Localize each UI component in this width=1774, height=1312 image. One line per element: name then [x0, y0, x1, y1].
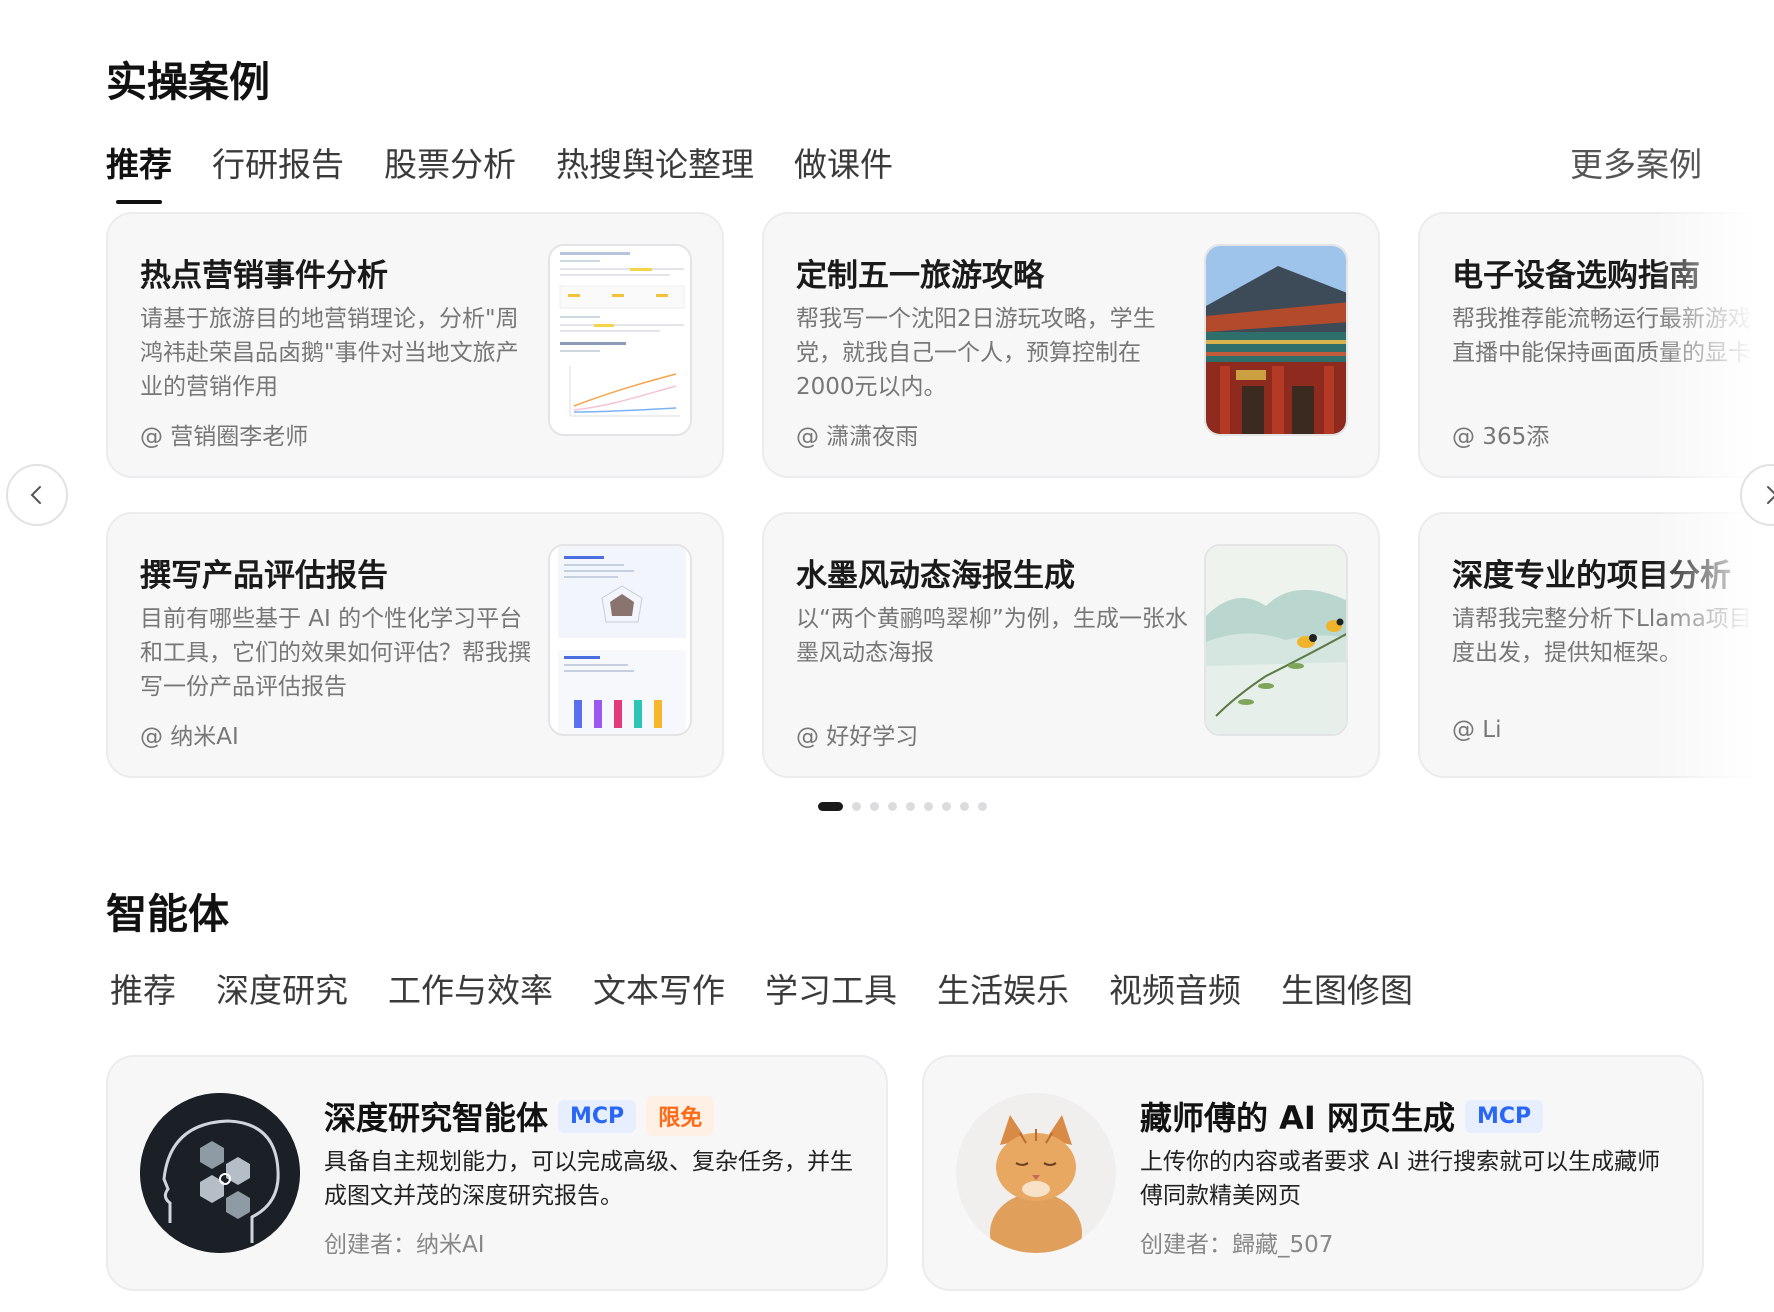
more-cases-link[interactable]: 更多案例	[1570, 138, 1702, 186]
case-card-author: @ 好好学习	[796, 724, 919, 750]
case-card-title: 深度专业的项目分析	[1452, 558, 1731, 594]
pagination-dot[interactable]	[942, 802, 951, 811]
ai-head-icon	[140, 1093, 300, 1253]
case-card[interactable]: 水墨风动态海报生成 以“两个黄鹂鸣翠柳”为例，生成一张水墨风动态海报 @ 好好学…	[762, 512, 1380, 778]
cat-avatar-icon	[956, 1093, 1116, 1253]
case-tab-courseware[interactable]: 做课件	[794, 138, 893, 186]
case-card-title: 电子设备选购指南	[1452, 258, 1700, 294]
free-badge: 限免	[646, 1096, 715, 1136]
case-card-title: 定制五一旅游攻略	[796, 258, 1044, 294]
agent-tab-writing[interactable]: 文本写作	[593, 964, 725, 1012]
agent-creator: 创建者：纳米AI	[324, 1232, 485, 1258]
agent-title-row: 藏师傅的 AI 网页生成 MCP	[1140, 1093, 1544, 1139]
report-icon	[548, 544, 692, 736]
agent-tab-video-audio[interactable]: 视频音频	[1109, 964, 1241, 1012]
case-card-desc: 目前有哪些基于 AI 的个性化学习平台和工具，它们的效果如何评估？帮我撰写一份产…	[140, 606, 531, 700]
pagination-dot[interactable]	[906, 802, 915, 811]
pagination-dot[interactable]	[960, 802, 969, 811]
case-tab-stock-analysis[interactable]: 股票分析	[384, 138, 516, 186]
chevron-left-icon	[30, 486, 41, 504]
pagination-dot[interactable]	[870, 802, 879, 811]
agent-tab-productivity[interactable]: 工作与效率	[388, 964, 553, 1012]
case-card[interactable]: 深度专业的项目分析 请帮我完整分析下Llama项目，从多维度出发，提供知框架。 …	[1418, 512, 1774, 778]
pagination-dot[interactable]	[924, 802, 933, 811]
agent-tab-lifestyle[interactable]: 生活娱乐	[937, 964, 1069, 1012]
pagination-dot[interactable]	[888, 802, 897, 811]
pagination-dot[interactable]	[818, 802, 843, 811]
temple-icon	[1204, 244, 1348, 436]
agent-desc: 上传你的内容或者要求 AI 进行搜索就可以生成藏师傅同款精美网页	[1140, 1149, 1661, 1209]
agent-card[interactable]: 深度研究智能体 MCP 限免 具备自主规划能力，可以完成高级、复杂任务，并生成图…	[106, 1055, 888, 1291]
case-tabs: 推荐 行研报告 股票分析 热搜舆论整理 做课件	[106, 138, 933, 204]
case-card-title: 水墨风动态海报生成	[796, 558, 1075, 594]
carousel-pagination	[818, 802, 996, 811]
cases-section-title: 实操案例	[106, 58, 270, 106]
agent-tabs: 推荐 深度研究 工作与效率 文本写作 学习工具 生活娱乐 视频音频 生图修图	[110, 964, 1453, 1012]
case-card[interactable]: 撰写产品评估报告 目前有哪些基于 AI 的个性化学习平台和工具，它们的效果如何评…	[106, 512, 724, 778]
case-tab-industry-report[interactable]: 行研报告	[212, 138, 344, 186]
case-card-desc: 以“两个黄鹂鸣翠柳”为例，生成一张水墨风动态海报	[796, 606, 1188, 666]
case-card-desc: 请帮我完整分析下Llama项目，从多维度出发，提供知框架。	[1452, 606, 1774, 666]
agent-creator: 创建者：歸藏_507	[1140, 1232, 1334, 1258]
agent-tab-learning[interactable]: 学习工具	[765, 964, 897, 1012]
case-card-author: @ 潇潇夜雨	[796, 424, 919, 450]
agent-tab-image-edit[interactable]: 生图修图	[1281, 964, 1413, 1012]
agent-desc: 具备自主规划能力，可以完成高级、复杂任务，并生成图文并茂的深度研究报告。	[324, 1149, 853, 1209]
mcp-badge: MCP	[1464, 1099, 1544, 1133]
case-card-author: @ Li	[1452, 717, 1502, 743]
agent-title: 深度研究智能体	[324, 1099, 549, 1137]
pagination-dot[interactable]	[978, 802, 987, 811]
case-card[interactable]: 热点营销事件分析 请基于旅游目的地营销理论，分析"周鸿祎赴荣昌品卤鹅"事件对当地…	[106, 212, 724, 478]
case-card-title: 撰写产品评估报告	[140, 558, 388, 594]
case-card[interactable]: 定制五一旅游攻略 帮我写一个沈阳2日游玩攻略，学生党，就我自己一个人，预算控制在…	[762, 212, 1380, 478]
case-card-desc: 请基于旅游目的地营销理论，分析"周鸿祎赴荣昌品卤鹅"事件对当地文旅产业的营销作用	[140, 306, 519, 400]
agent-title: 藏师傅的 AI 网页生成	[1140, 1099, 1455, 1137]
case-card-author: @ 纳米AI	[140, 724, 239, 750]
ink-painting-icon	[1204, 544, 1348, 736]
pagination-dot[interactable]	[852, 802, 861, 811]
case-card-author: @ 营销圈李老师	[140, 424, 309, 450]
agents-section-title: 智能体	[106, 890, 229, 938]
agent-tab-deep-research[interactable]: 深度研究	[216, 964, 348, 1012]
case-card-desc: 帮我推荐能流畅运行最新游戏，并且在直播中能保持画面质量的显卡	[1452, 306, 1774, 366]
case-card-title: 热点营销事件分析	[140, 258, 388, 294]
agent-title-row: 深度研究智能体 MCP 限免	[324, 1093, 715, 1139]
agent-tab-recommend[interactable]: 推荐	[110, 964, 176, 1012]
case-carousel: 热点营销事件分析 请基于旅游目的地营销理论，分析"周鸿祎赴荣昌品卤鹅"事件对当地…	[106, 212, 1774, 780]
carousel-prev-button[interactable]	[6, 464, 68, 526]
case-card[interactable]: 电子设备选购指南 帮我推荐能流畅运行最新游戏，并且在直播中能保持画面质量的显卡 …	[1418, 212, 1774, 478]
case-card-desc: 帮我写一个沈阳2日游玩攻略，学生党，就我自己一个人，预算控制在2000元以内。	[796, 306, 1156, 400]
chevron-right-icon	[1767, 486, 1774, 504]
case-tab-hot-search[interactable]: 热搜舆论整理	[556, 138, 754, 186]
document-icon	[548, 244, 692, 436]
case-card-author: @ 365添	[1452, 424, 1550, 450]
agent-card[interactable]: 藏师傅的 AI 网页生成 MCP 上传你的内容或者要求 AI 进行搜索就可以生成…	[922, 1055, 1704, 1291]
case-tab-recommend[interactable]: 推荐	[106, 138, 172, 204]
mcp-badge: MCP	[558, 1099, 637, 1133]
